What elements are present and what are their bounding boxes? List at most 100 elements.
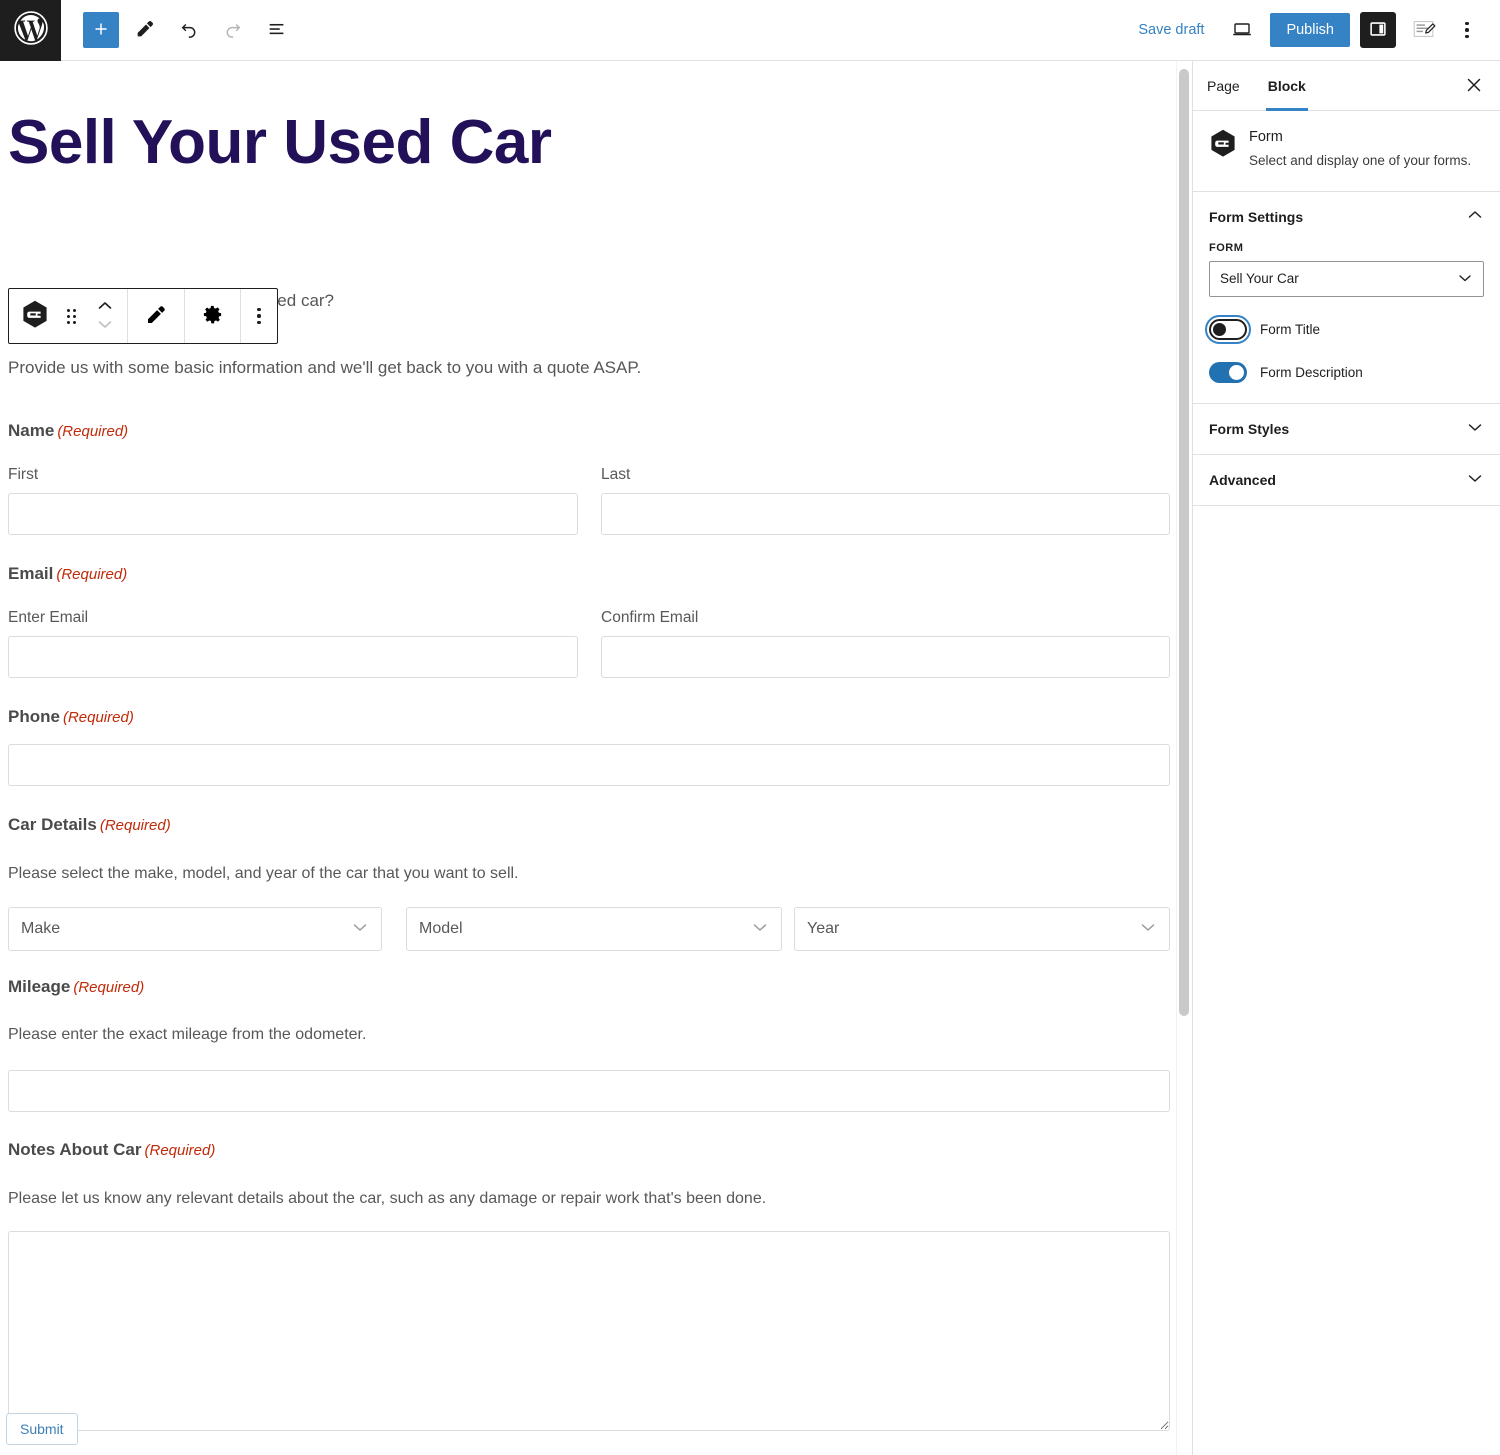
post-editor-icon xyxy=(1411,17,1437,44)
panel-advanced: Advanced xyxy=(1193,455,1500,506)
field-label-mileage: Mileage(Required) xyxy=(8,977,144,997)
label-text: Name xyxy=(8,421,54,440)
undo-button[interactable] xyxy=(171,12,207,48)
more-options-button[interactable] xyxy=(1452,12,1482,48)
list-view-button[interactable] xyxy=(259,12,295,48)
chevron-down-icon xyxy=(96,317,114,334)
field-label-email: Email(Required) xyxy=(8,564,127,584)
move-down-button[interactable] xyxy=(93,317,117,334)
add-block-button[interactable] xyxy=(83,12,119,48)
canvas-scrollbar-thumb[interactable] xyxy=(1179,69,1189,1016)
preview-button[interactable] xyxy=(1224,12,1260,48)
block-type-button[interactable] xyxy=(9,289,53,343)
tab-page[interactable]: Page xyxy=(1193,61,1254,110)
required-marker: (Required) xyxy=(100,817,171,834)
block-info-card: Form Select and display one of your form… xyxy=(1193,111,1500,192)
last-name-input[interactable] xyxy=(601,493,1170,535)
field-label-car-details: Car Details(Required) xyxy=(8,815,171,835)
field-description-mileage: Please enter the exact mileage from the … xyxy=(8,1026,366,1044)
phone-input[interactable] xyxy=(8,744,1170,786)
form-select-label: FORM xyxy=(1209,242,1484,254)
sublabel-confirm-email: Confirm Email xyxy=(601,609,698,627)
chevron-up-icon xyxy=(96,299,114,316)
sublabel-first: First xyxy=(8,466,38,484)
pencil-icon xyxy=(134,18,156,43)
toggle-row-form-title: Form Title xyxy=(1209,319,1484,340)
required-marker: (Required) xyxy=(145,1142,216,1159)
tools-button[interactable] xyxy=(127,12,163,48)
block-toolbar-group-more xyxy=(241,289,277,343)
model-select-value: Model xyxy=(419,920,463,938)
chevron-down-icon xyxy=(751,920,769,938)
block-toolbar-group-settings xyxy=(185,289,241,343)
submit-button[interactable]: Submit xyxy=(6,1413,78,1445)
close-sidebar-button[interactable] xyxy=(1458,70,1490,102)
top-bar-tools xyxy=(83,12,295,48)
panel-advanced-header[interactable]: Advanced xyxy=(1193,455,1500,505)
canvas-scrollbar[interactable] xyxy=(1176,61,1190,1455)
panel-title: Advanced xyxy=(1209,472,1276,488)
panel-form-settings: Form Settings FORM Sell Your Car Form Ti… xyxy=(1193,192,1500,404)
chevron-up-icon xyxy=(1466,208,1484,225)
publish-button[interactable]: Publish xyxy=(1270,13,1350,47)
redo-button[interactable] xyxy=(215,12,251,48)
label-text: Notes About Car xyxy=(8,1140,142,1159)
editor-top-bar: Save draft Publish xyxy=(0,0,1500,61)
enter-email-input[interactable] xyxy=(8,636,578,678)
gravity-forms-icon xyxy=(21,300,49,333)
block-options-button[interactable] xyxy=(241,289,277,343)
panel-title: Form Styles xyxy=(1209,421,1289,437)
sublabel-last: Last xyxy=(601,466,630,484)
label-text: Phone xyxy=(8,707,60,726)
gear-icon xyxy=(201,303,224,329)
drag-dots-icon xyxy=(67,309,76,324)
make-select[interactable]: Make xyxy=(8,907,382,951)
first-name-input[interactable] xyxy=(8,493,578,535)
required-marker: (Required) xyxy=(56,566,127,583)
page-title: Sell Your Used Car xyxy=(8,110,551,175)
settings-sidebar-toggle[interactable] xyxy=(1360,12,1396,48)
edit-form-button[interactable] xyxy=(128,289,184,343)
label-text: Car Details xyxy=(8,815,97,834)
block-drag-handle[interactable] xyxy=(53,289,89,343)
chevron-down-icon xyxy=(1139,920,1157,938)
confirm-email-input[interactable] xyxy=(601,636,1170,678)
block-card-description: Select and display one of your forms. xyxy=(1249,151,1471,171)
form-settings-button[interactable] xyxy=(185,289,240,343)
mileage-input[interactable] xyxy=(8,1070,1170,1112)
chevron-down-icon xyxy=(1466,420,1484,437)
panel-form-styles: Form Styles xyxy=(1193,404,1500,455)
editor-canvas: Sell Your Used Car Are you interested in… xyxy=(0,61,1192,1455)
move-up-button[interactable] xyxy=(93,299,117,316)
year-select[interactable]: Year xyxy=(794,907,1170,951)
tab-block[interactable]: Block xyxy=(1254,61,1320,110)
pencil-icon xyxy=(144,303,168,330)
undo-icon xyxy=(178,18,200,43)
form-description-toggle[interactable] xyxy=(1209,362,1247,383)
panel-form-settings-header[interactable]: Form Settings xyxy=(1193,192,1500,242)
notes-textarea[interactable] xyxy=(8,1231,1170,1431)
field-label-phone: Phone(Required) xyxy=(8,707,134,727)
panel-form-styles-header[interactable]: Form Styles xyxy=(1193,404,1500,454)
model-select[interactable]: Model xyxy=(406,907,782,951)
block-info-text: Form Select and display one of your form… xyxy=(1249,127,1471,171)
block-toolbar xyxy=(8,288,278,344)
wordpress-logo-button[interactable] xyxy=(0,0,61,61)
edit-mode-button[interactable] xyxy=(1406,12,1442,48)
form-select[interactable]: Sell Your Car xyxy=(1209,261,1484,297)
panel-form-settings-body: FORM Sell Your Car Form Title Form Descr… xyxy=(1193,242,1500,403)
form-title-toggle[interactable] xyxy=(1209,319,1247,340)
gravity-forms-icon xyxy=(1209,129,1237,159)
label-text: Email xyxy=(8,564,53,583)
laptop-preview-icon xyxy=(1230,17,1254,44)
save-draft-button[interactable]: Save draft xyxy=(1128,16,1214,44)
form-select-value: Sell Your Car xyxy=(1220,271,1299,286)
form-title-toggle-label: Form Title xyxy=(1260,322,1320,337)
toggle-knob xyxy=(1229,365,1244,380)
make-select-value: Make xyxy=(21,920,60,938)
field-label-name: Name(Required) xyxy=(8,421,128,441)
chevron-down-icon xyxy=(351,920,369,938)
block-toolbar-group-block xyxy=(9,289,128,343)
field-description-car-details: Please select the make, model, and year … xyxy=(8,865,519,883)
field-description-notes: Please let us know any relevant details … xyxy=(8,1190,766,1208)
